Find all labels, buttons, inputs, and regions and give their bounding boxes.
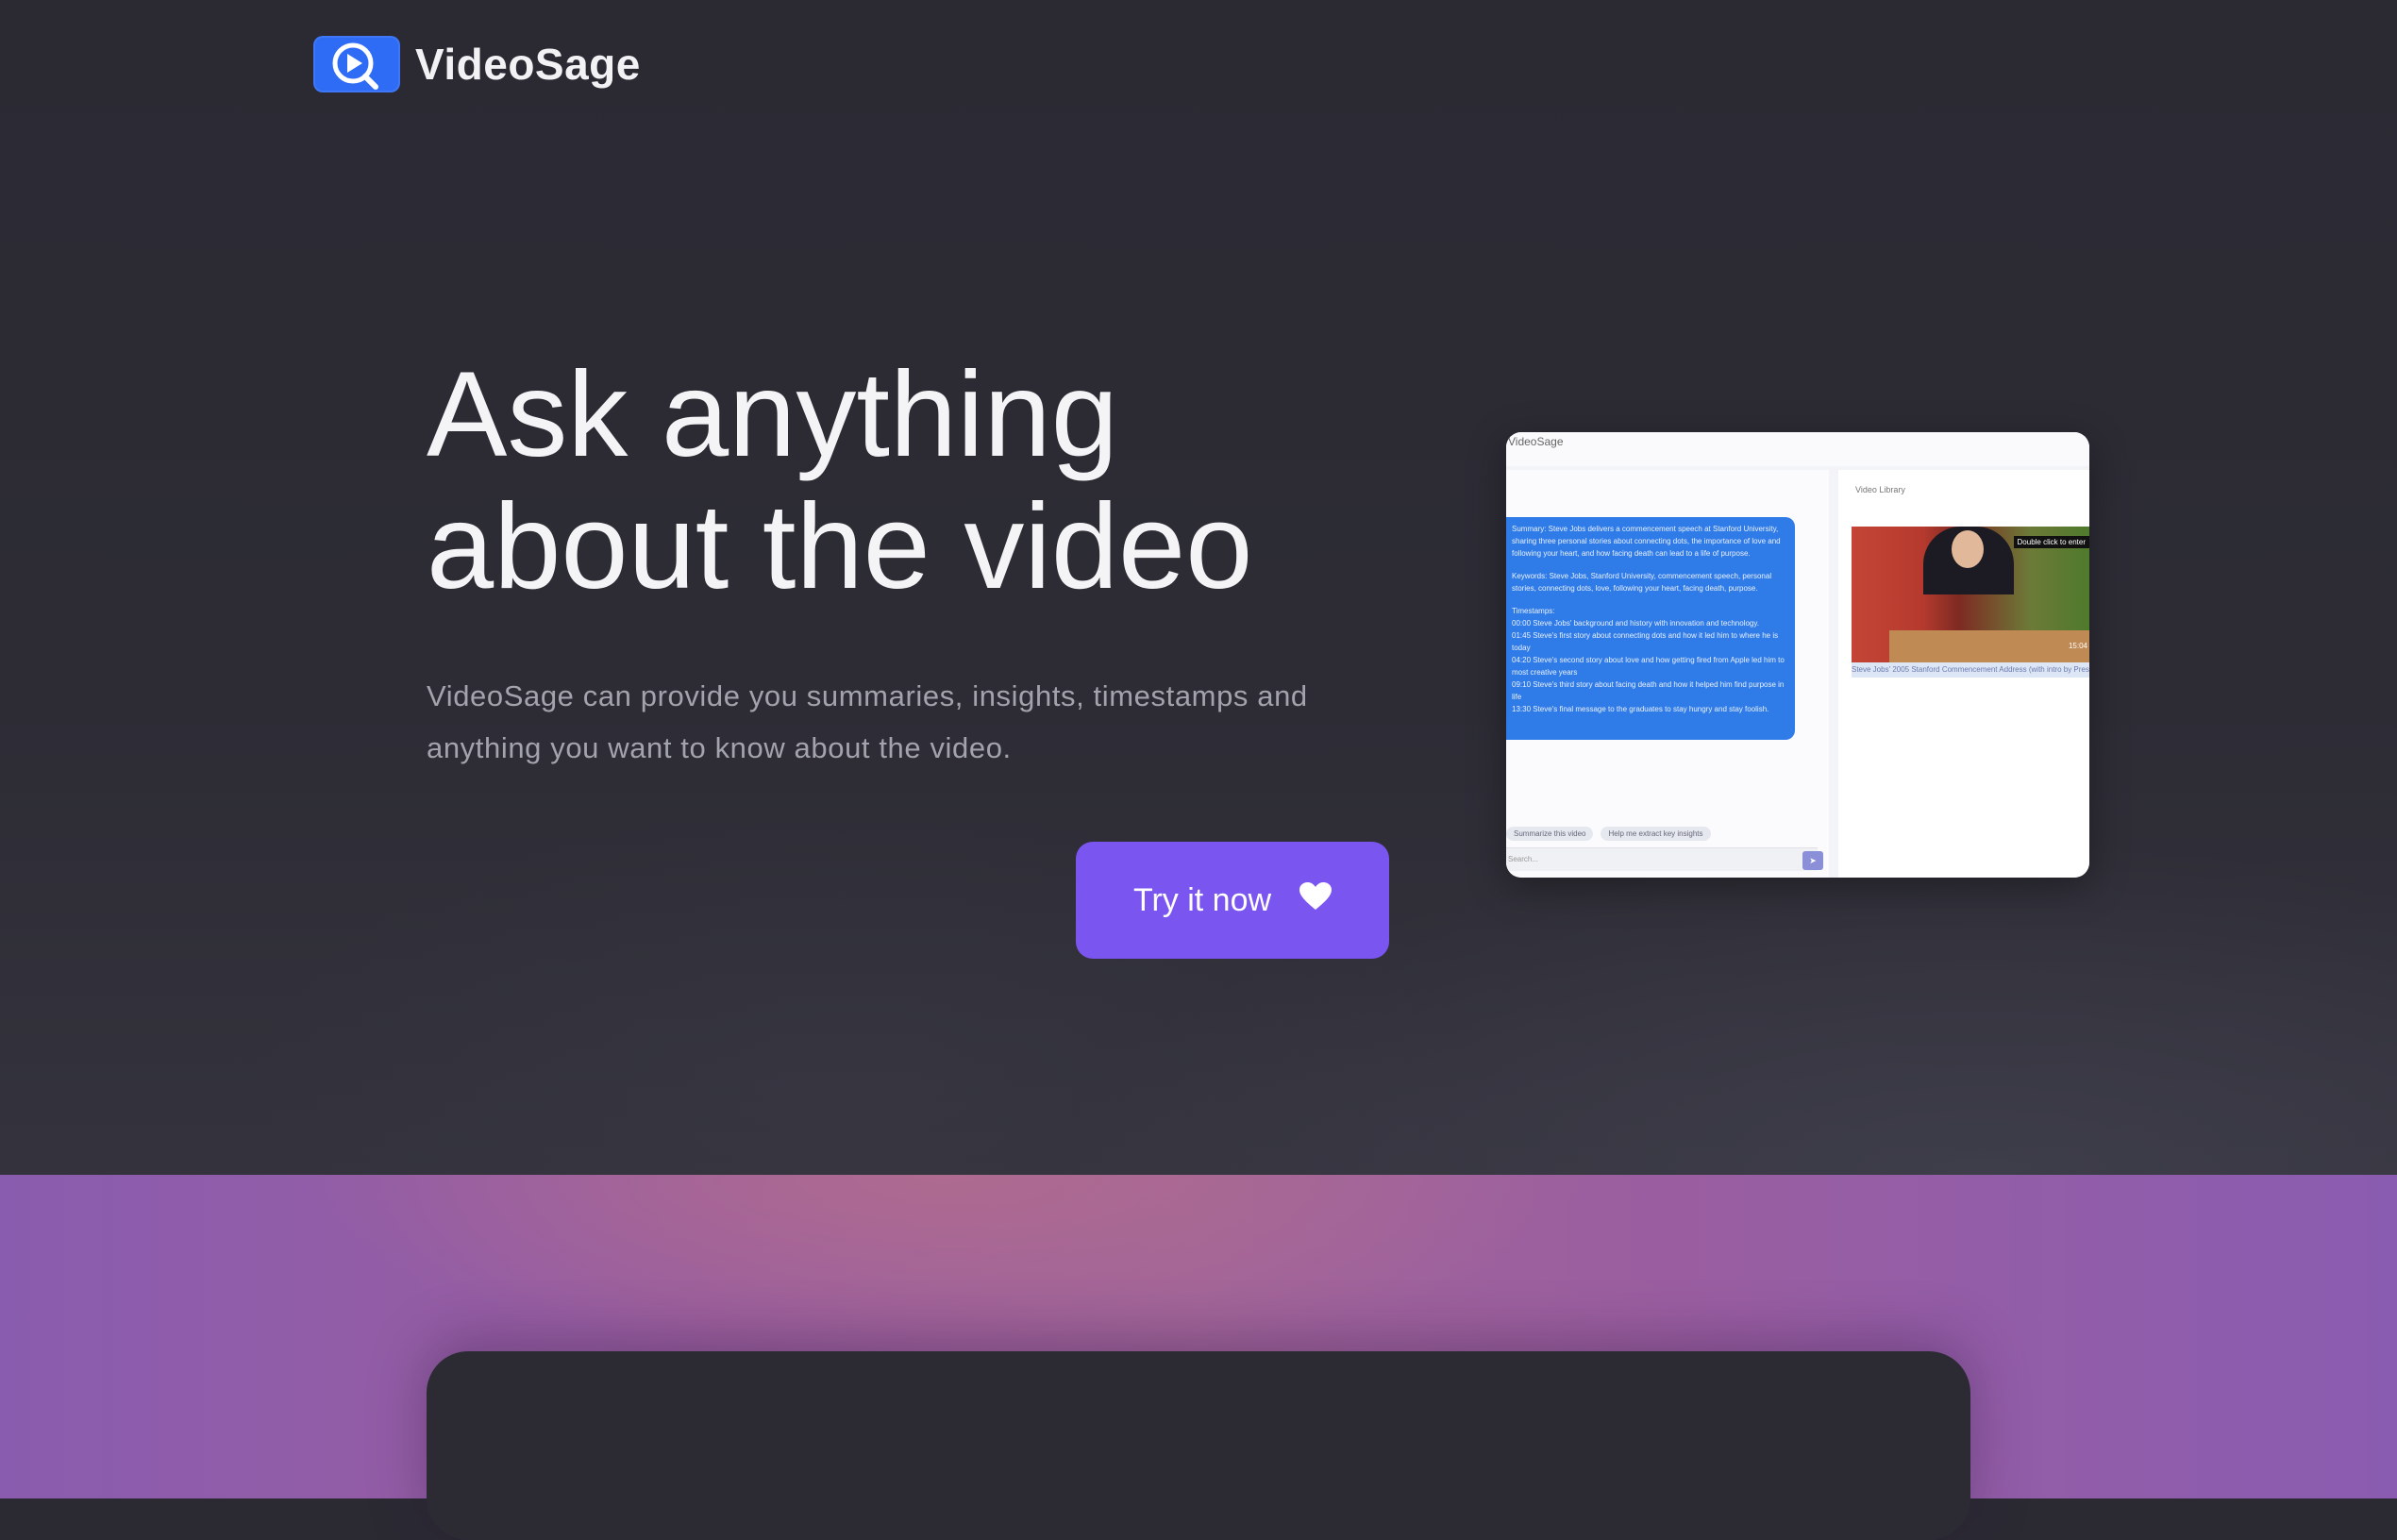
speaker-face	[1952, 530, 1984, 568]
preview-keywords: Keywords: Steve Jobs, Stanford Universit…	[1512, 572, 1772, 593]
preview-library-label: Video Library	[1855, 485, 1905, 494]
podium	[1889, 630, 2089, 662]
try-it-now-label: Try it now	[1132, 881, 1272, 918]
preview-video-caption: Steve Jobs' 2005 Stanford Commencement A…	[1852, 662, 2089, 678]
content-card	[427, 1351, 1970, 1540]
preview-titlebar	[1506, 432, 2089, 466]
preview-timestamp-item: 01:45 Steve's first story about connecti…	[1512, 631, 1779, 652]
play-search-icon	[313, 36, 400, 92]
send-icon: ➤	[1802, 851, 1823, 870]
preview-suggestion-chips: Summarize this video Help me extract key…	[1506, 827, 1718, 841]
preview-answer-bubble: Summary: Steve Jobs delivers a commencem…	[1506, 517, 1795, 740]
hero-description: VideoSage can provide you summaries, ins…	[427, 679, 1308, 764]
preview-video-duration: 15:04	[2068, 642, 2087, 650]
preview-timestamp-item: 04:20 Steve's second story about love an…	[1512, 656, 1785, 677]
preview-timestamp-item: 00:00 Steve Jobs' background and history…	[1512, 619, 1759, 628]
app-preview-screenshot: VideoSage Summary: Steve Jobs delivers a…	[1506, 432, 2089, 878]
page-title: Ask anything about the video	[427, 349, 1370, 613]
preview-chip: Help me extract key insights	[1601, 827, 1711, 841]
brand-logo[interactable]: VideoSage	[313, 36, 641, 92]
preview-timestamp-item: 09:10 Steve's third story about facing d…	[1512, 680, 1785, 701]
preview-video-thumbnail: Double click to enter 15:04	[1852, 527, 2089, 662]
heart-icon	[1299, 881, 1333, 919]
preview-summary: Summary: Steve Jobs delivers a commencem…	[1512, 525, 1781, 558]
preview-input-placeholder: Search...	[1508, 855, 1539, 863]
preview-timestamp-heading: Timestamps:	[1512, 607, 1555, 615]
preview-input-bar	[1506, 847, 1818, 871]
preview-timestamp-item: 13:30 Steve's final message to the gradu…	[1512, 705, 1769, 713]
headline-line-2: about the video	[427, 479, 1253, 614]
preview-chip: Summarize this video	[1506, 827, 1594, 841]
preview-app-title: VideoSage	[1508, 435, 1564, 448]
headline-line-1: Ask anything	[427, 347, 1118, 482]
brand-name: VideoSage	[415, 40, 641, 89]
try-it-now-button[interactable]: Try it now	[1076, 842, 1389, 959]
hero-section: VideoSage Ask anything about the video V…	[0, 0, 2397, 1175]
preview-video-hint: Double click to enter	[2013, 536, 2089, 548]
